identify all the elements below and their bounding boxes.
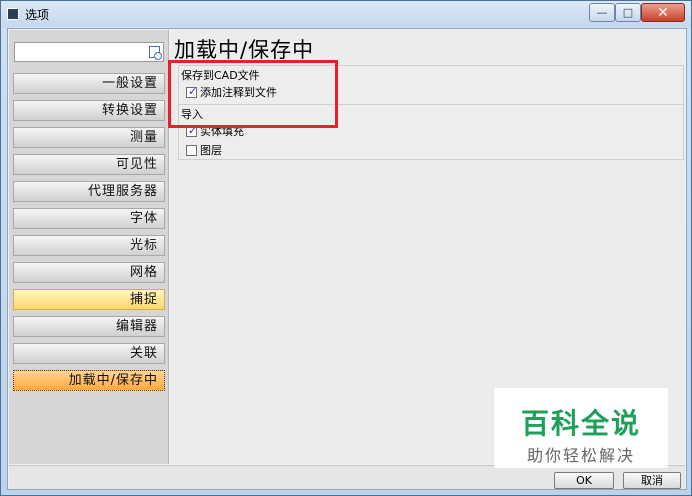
app-icon [7, 8, 19, 20]
sidebar-item-proxy[interactable]: 代理服务器 [13, 181, 165, 202]
layer-option[interactable]: 图层 [186, 142, 222, 158]
highlight-box [168, 60, 338, 128]
cancel-button[interactable]: 取消 [623, 472, 681, 489]
sidebar-item-snap[interactable]: 捕捉 [13, 289, 165, 310]
close-button[interactable]: ✕ [641, 3, 685, 22]
search-icon[interactable] [149, 46, 162, 60]
sidebar: 一般设置 转换设置 测量 可见性 代理服务器 字体 光标 网格 捕捉 编辑器 关… [9, 30, 169, 464]
title-bar[interactable]: 选项 — □ ✕ [1, 1, 691, 27]
sidebar-item-association[interactable]: 关联 [13, 343, 165, 364]
window-title: 选项 [25, 8, 50, 22]
ok-button[interactable]: OK [554, 472, 614, 489]
sidebar-item-cursor[interactable]: 光标 [13, 235, 165, 256]
checkbox-label: 图层 [200, 144, 222, 157]
sidebar-item-general[interactable]: 一般设置 [13, 73, 165, 94]
sidebar-item-conversion[interactable]: 转换设置 [13, 100, 165, 121]
watermark-subtitle: 助你轻松解决 [526, 446, 635, 465]
sidebar-item-font[interactable]: 字体 [13, 208, 165, 229]
watermark-title: 百科全说 [520, 407, 641, 440]
search-input[interactable] [15, 43, 143, 61]
sidebar-item-loading-saving[interactable]: 加载中/保存中 [13, 370, 165, 391]
layer-checkbox[interactable] [186, 144, 197, 156]
minimize-button[interactable]: — [589, 3, 615, 22]
sidebar-item-editor[interactable]: 编辑器 [13, 316, 165, 337]
sidebar-item-visibility[interactable]: 可见性 [13, 154, 165, 175]
watermark: 百科全说 助你轻松解决 [494, 388, 668, 468]
sidebar-item-measure[interactable]: 测量 [13, 127, 165, 148]
dialog-button-bar: OK 取消 [9, 465, 685, 489]
options-window: 选项 — □ ✕ 一般设置 转换设置 测量 可见性 代理服务器 字体 光标 网格… [0, 0, 692, 496]
search-box [14, 42, 164, 62]
maximize-button[interactable]: □ [615, 3, 641, 22]
sidebar-nav: 一般设置 转换设置 测量 可见性 代理服务器 字体 光标 网格 捕捉 编辑器 关… [13, 73, 165, 397]
sidebar-item-grid[interactable]: 网格 [13, 262, 165, 283]
